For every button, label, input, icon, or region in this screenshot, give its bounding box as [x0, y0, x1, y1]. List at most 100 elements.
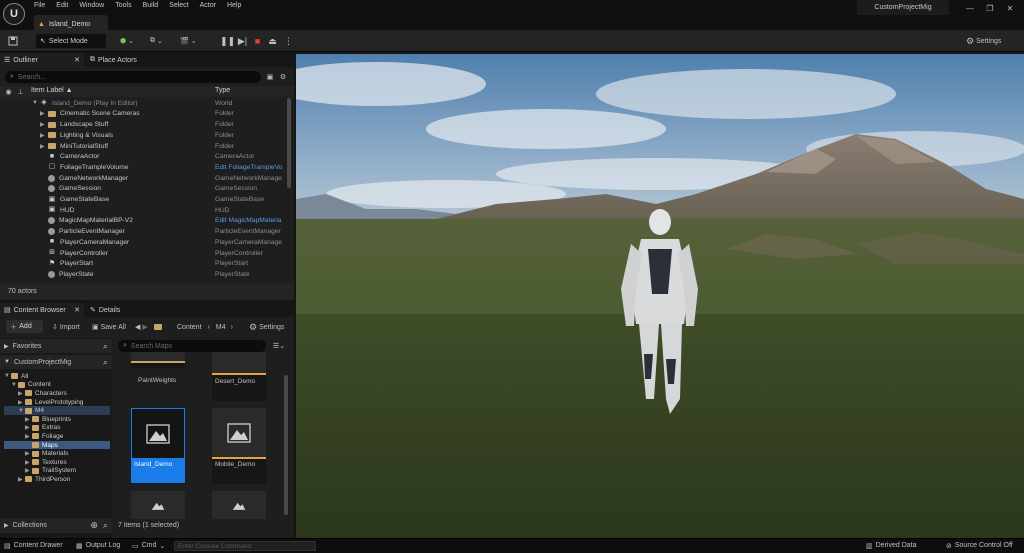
cinematics-button[interactable]: 🎬 ⌄ — [180, 34, 197, 48]
add-collection-icon[interactable]: ⊕ — [90, 520, 98, 531]
outliner-row[interactable]: ▣ HUD HUD — [40, 205, 312, 216]
folder-tree-item[interactable]: ▶ Materials — [4, 449, 110, 458]
project-name-badge[interactable]: CustomProjectMig — [857, 0, 949, 15]
add-button[interactable]: + Add — [6, 320, 43, 333]
expand-arrow-icon[interactable]: ▶ — [40, 132, 48, 139]
outliner-row[interactable]: ■ CameraActor CameraActor — [40, 152, 312, 163]
level-tab[interactable]: ▲ Island_Demo — [34, 15, 108, 30]
edit-blueprint-link[interactable]: Edit FoliageTrampleVo — [215, 164, 285, 171]
folder-tree-item[interactable]: ▼ All — [4, 372, 110, 381]
tab-details[interactable]: ✎ Details — [86, 303, 124, 317]
expand-arrow-icon[interactable]: ▶ — [18, 476, 25, 483]
folder-tree-item[interactable]: ▶ Foliage — [4, 432, 110, 441]
filter-icon[interactable]: ☰⌄ — [270, 341, 288, 351]
folder-tree-item[interactable]: ▶ Characters — [4, 389, 110, 398]
outliner-row[interactable]: GameSession GameSession — [40, 184, 312, 195]
menu-edit[interactable]: Edit — [56, 2, 68, 12]
outliner-row[interactable]: ⊞ PlayerController PlayerController — [40, 248, 312, 259]
asset-paintweights[interactable]: PaintWeights — [131, 372, 185, 394]
menu-actor[interactable]: Actor — [200, 2, 216, 12]
expand-arrow-icon[interactable]: ▶ — [25, 467, 32, 474]
outliner-row[interactable]: ■ PlayerCameraManager PlayerCameraManage — [40, 237, 312, 248]
collections-section[interactable]: ▶ Collections ⊕ ⌕ — [0, 518, 112, 533]
column-type[interactable]: Type — [215, 87, 230, 94]
outliner-row[interactable]: MagicMapMaterialBP-V2 Edit MagicMapMateri… — [40, 216, 312, 227]
outliner-row[interactable]: ParticleEventManager ParticleEventManager — [40, 226, 312, 237]
folder-tree-item[interactable]: ▶ TrailSystem — [4, 467, 110, 476]
console-command-input[interactable]: Enter Console Command — [174, 541, 316, 551]
folder-tree-item[interactable]: Maps — [4, 440, 110, 450]
breadcrumb-content[interactable]: Content — [177, 324, 202, 331]
settings-button[interactable]: ⚙ Settings — [966, 34, 1001, 48]
search-icon[interactable]: ⌕ — [103, 357, 108, 368]
cmd-dropdown[interactable]: ▭ Cmd ⌄ — [132, 538, 165, 553]
folder-tree-item[interactable]: ▶ Extras — [4, 424, 110, 433]
search-icon[interactable]: ⌕ — [103, 520, 108, 531]
step-icon[interactable]: ▶| — [236, 35, 249, 47]
tab-outliner[interactable]: ☰ Outliner ✕ — [0, 53, 84, 67]
eject-icon[interactable]: ⏏ — [266, 35, 279, 47]
favorites-section[interactable]: ▶ Favorites ⌕ — [0, 339, 112, 353]
asset-search-input[interactable]: ⌕ Search Maps — [118, 340, 266, 352]
expand-arrow-icon[interactable]: ▼ — [4, 373, 11, 379]
pause-icon[interactable]: ❚❚ — [220, 35, 235, 47]
history-nav[interactable]: ◀ ▶ — [135, 320, 166, 334]
menu-select[interactable]: Select — [169, 2, 188, 12]
blueprint-button[interactable]: ⧉ ⌄ — [150, 34, 163, 48]
level-viewport[interactable] — [296, 54, 1024, 538]
menu-file[interactable]: File — [34, 2, 45, 12]
expand-arrow-icon[interactable]: ▶ — [40, 143, 48, 150]
more-options-icon[interactable]: ⋮ — [282, 35, 295, 47]
outliner-row[interactable]: ▶ MiniTutorialStuff Folder — [40, 141, 312, 152]
expand-arrow-icon[interactable]: ▼ — [11, 382, 18, 388]
import-button[interactable]: ⇩ Import — [52, 320, 80, 334]
asset-thumb-partial[interactable] — [212, 491, 266, 519]
content-drawer-button[interactable]: ▤ Content Drawer — [4, 538, 63, 553]
save-all-button[interactable]: ▣ Save All — [92, 320, 126, 334]
asset-scrollbar[interactable] — [284, 375, 288, 515]
folder-tree-item[interactable]: ▶ ThirdPerson — [4, 475, 110, 484]
expand-arrow-icon[interactable]: ▶ — [25, 450, 32, 457]
add-folder-icon[interactable]: ▣ — [265, 72, 275, 82]
edit-blueprint-link[interactable]: Edit MagicMapMateria — [215, 217, 285, 224]
expand-arrow-icon[interactable]: ▼ — [18, 408, 25, 414]
outliner-row[interactable]: ▼ ◈ Island_Demo (Play In Editor) World — [32, 98, 312, 109]
column-item-label[interactable]: Item Label ▲ — [31, 87, 73, 94]
tab-place-actors[interactable]: ⧉ Place Actors — [86, 53, 141, 67]
breadcrumb-m4[interactable]: M4 — [216, 324, 226, 331]
outliner-row[interactable]: ▢ FoliageTrampleVolume Edit FoliageTrample… — [40, 162, 312, 173]
expand-arrow-icon[interactable]: ▶ — [18, 390, 25, 397]
asset-island-demo[interactable]: Island_Demo — [131, 408, 185, 484]
outliner-settings-icon[interactable]: ⚙ — [278, 72, 288, 82]
pin-icon[interactable]: ⊥ — [16, 87, 25, 96]
tab-content-browser[interactable]: ▤ Content Browser ✕ — [0, 303, 84, 317]
outliner-search-input[interactable]: ⌕ Search... — [5, 71, 261, 83]
folder-tree-item[interactable]: ▼ Content — [4, 381, 110, 390]
folder-tree-item[interactable]: ▶ Blueprints — [4, 415, 110, 424]
minimize-icon[interactable]: — — [963, 3, 977, 13]
expand-arrow-icon[interactable]: ▶ — [25, 416, 32, 423]
expand-arrow-icon[interactable]: ▶ — [40, 121, 48, 128]
asset-thumb-partial[interactable] — [131, 491, 185, 519]
menu-help[interactable]: Help — [227, 2, 241, 12]
forward-icon[interactable]: ▶ — [142, 323, 147, 331]
outliner-row[interactable]: ▶ Lighting & Visuals Folder — [40, 130, 312, 141]
content-settings-button[interactable]: ⚙ Settings — [249, 320, 284, 334]
expand-arrow-icon[interactable]: ▶ — [25, 459, 32, 466]
derived-data-button[interactable]: ▥ Derived Data — [866, 538, 916, 553]
output-log-button[interactable]: ▦ Output Log — [76, 538, 120, 553]
expand-arrow-icon[interactable]: ▼ — [32, 100, 40, 106]
expand-arrow-icon[interactable]: ▶ — [25, 433, 32, 440]
save-icon[interactable] — [7, 35, 19, 47]
search-icon[interactable]: ⌕ — [103, 341, 108, 352]
close-tab-icon[interactable]: ✕ — [74, 306, 80, 314]
expand-arrow-icon[interactable]: ▶ — [40, 110, 48, 117]
outliner-row[interactable]: ▶ Landscape Stuff Folder — [40, 119, 312, 130]
outliner-scrollbar[interactable] — [287, 98, 291, 188]
outliner-row[interactable]: GameNetworkManager GameNetworkManage — [40, 173, 312, 184]
asset-mobile-demo[interactable]: Mobile_Demo — [212, 408, 266, 484]
menu-build[interactable]: Build — [143, 2, 159, 12]
menu-tools[interactable]: Tools — [115, 2, 131, 12]
close-icon[interactable]: ✕ — [1003, 3, 1017, 13]
outliner-row[interactable]: ▶ Cinematic Scene Cameras Folder — [40, 109, 312, 120]
